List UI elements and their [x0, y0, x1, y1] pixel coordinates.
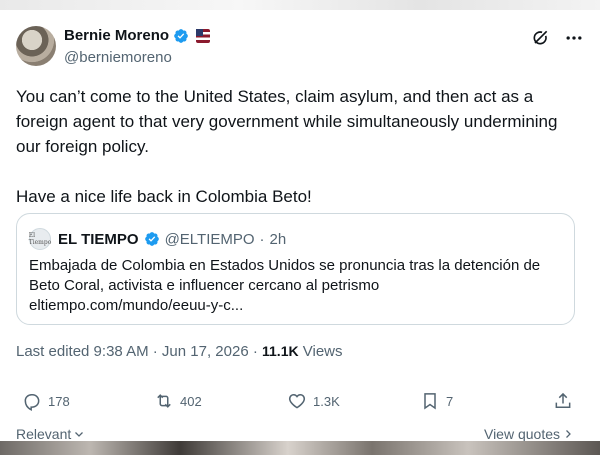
affiliation-flag-icon	[196, 28, 211, 43]
tweet-paragraph: Have a nice life back in Colombia Beto!	[16, 187, 312, 206]
reply-icon	[24, 394, 40, 411]
author-name-row: Bernie Moreno	[64, 27, 211, 44]
tweet-header: Bernie Moreno @berniemoreno	[16, 24, 584, 70]
tweet-paragraph: You can’t come to the United States, cla…	[16, 87, 558, 156]
quoted-author-logo: El Tiempo	[28, 232, 52, 246]
quoted-tweet-header: El Tiempo EL TIEMPO @ELTIEMPO · 2h	[29, 228, 286, 250]
quoted-timestamp: 2h	[269, 230, 287, 248]
engagement-bar: 178 402 1.3K 7	[0, 391, 600, 417]
chevron-right-icon	[566, 430, 571, 438]
like-button[interactable]: 1.3K	[287, 391, 340, 411]
share-button[interactable]	[553, 391, 573, 411]
verified-badge-icon	[144, 232, 159, 246]
header-actions	[530, 28, 584, 48]
tweet-meta: Last edited 9:38 AM · Jun 17, 2026 · 11.…	[16, 343, 343, 360]
edited-timestamp[interactable]: Last edited 9:38 AM · Jun 17, 2026 ·	[16, 343, 258, 360]
quoted-author-handle: @ELTIEMPO	[164, 230, 255, 248]
quoted-tweet-text: Embajada de Colombia en Estados Unidos s…	[29, 256, 564, 316]
like-count: 1.3K	[313, 393, 340, 409]
like-heart-icon	[288, 393, 306, 409]
more-options-icon[interactable]	[564, 28, 584, 48]
replies-footer: Relevant View quotes	[16, 426, 574, 442]
author-avatar[interactable]	[16, 26, 56, 66]
chevron-down-icon	[75, 432, 84, 437]
view-quotes-label: View quotes	[483, 426, 560, 442]
repost-count: 402	[180, 393, 202, 409]
bookmark-count: 7	[446, 393, 454, 409]
reply-button[interactable]: 178	[22, 391, 70, 411]
repost-button[interactable]: 402	[154, 391, 202, 411]
share-icon	[555, 392, 571, 408]
sort-replies-dropdown[interactable]: Relevant	[16, 426, 85, 442]
quoted-tweet-link[interactable]: eltiempo.com/mundo/eeuu-y-c...	[29, 297, 243, 314]
quoted-tweet-body: Embajada de Colombia en Estados Unidos s…	[29, 257, 541, 294]
views-count: 11.1K	[262, 343, 299, 359]
quoted-tweet-card[interactable]: El Tiempo EL TIEMPO @ELTIEMPO · 2h Embaj…	[16, 213, 575, 325]
tweet-text: You can’t come to the United States, cla…	[16, 84, 586, 209]
view-quotes-link[interactable]: View quotes	[484, 426, 574, 442]
window-top-strip	[0, 0, 600, 10]
window-bottom-strip	[0, 441, 600, 455]
quoted-separator: ·	[259, 230, 265, 248]
bookmark-icon	[424, 393, 436, 410]
bookmark-button[interactable]: 7	[420, 391, 453, 411]
grok-icon[interactable]	[530, 28, 550, 48]
author-name[interactable]: Bernie Moreno	[64, 27, 169, 44]
sort-replies-label: Relevant	[16, 426, 72, 442]
verified-badge-icon	[174, 28, 188, 43]
views-label: Views	[302, 343, 343, 360]
author-handle[interactable]: @berniemoreno	[64, 49, 172, 66]
quoted-author-name: EL TIEMPO	[58, 230, 139, 248]
repost-icon	[157, 394, 171, 408]
reply-count: 178	[48, 393, 70, 409]
quoted-author-avatar: El Tiempo	[29, 228, 51, 250]
